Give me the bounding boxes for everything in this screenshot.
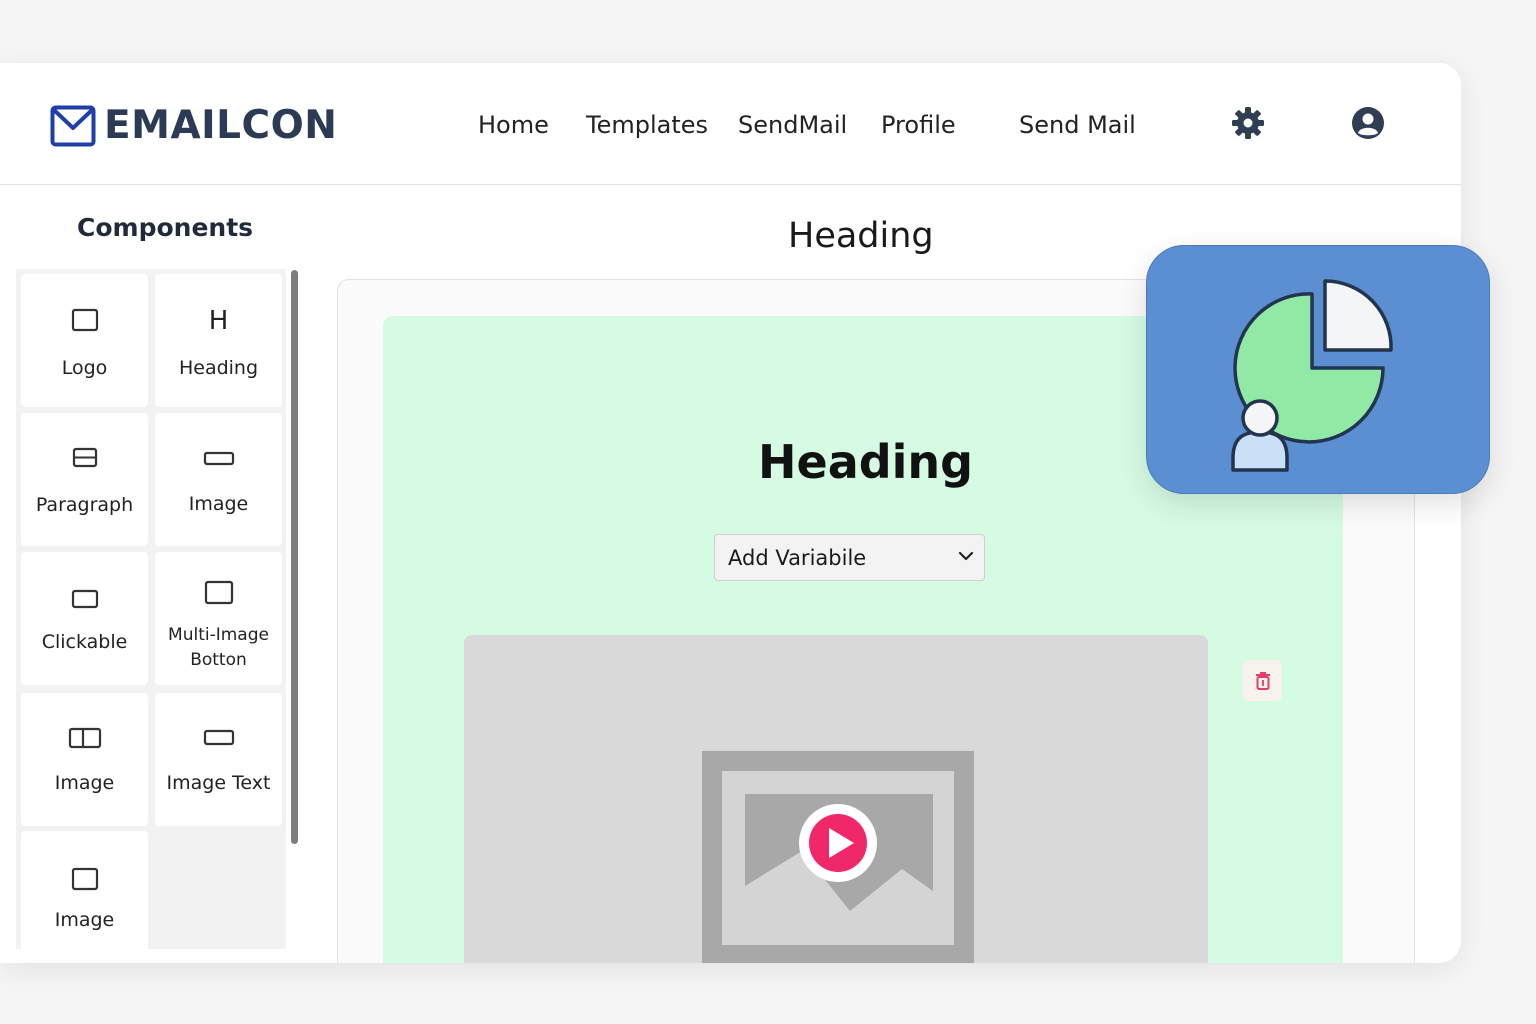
wide-rect-icon — [203, 729, 234, 746]
pie-chart-user-icon — [1231, 279, 1393, 472]
component-palette: Logo H Heading Paragraph Image Clickable… — [16, 269, 286, 956]
wide-rect-icon — [203, 451, 234, 466]
component-logo[interactable]: Logo — [21, 274, 148, 407]
square-icon — [71, 867, 98, 891]
component-label-line: Botton — [190, 650, 247, 670]
nav-send-mail[interactable]: Send Mail — [1019, 111, 1136, 139]
component-label: Image Text — [166, 772, 271, 794]
nav-sendmail[interactable]: SendMail — [738, 111, 847, 139]
component-label: Clickable — [41, 631, 128, 653]
brand[interactable]: EMAILCON — [50, 103, 337, 148]
trash-icon — [1255, 671, 1270, 690]
floating-analytics-card[interactable] — [1146, 245, 1490, 494]
nav-profile[interactable]: Profile — [881, 111, 956, 139]
sidebar-scrollbar[interactable] — [291, 270, 298, 844]
square-icon — [204, 580, 233, 605]
component-image-split[interactable]: Image — [21, 693, 148, 826]
top-navigation-bar: EMAILCON Home Templates SendMail Profile… — [0, 63, 1461, 185]
component-label: Multi-Image Botton — [155, 623, 282, 673]
button-rect-icon — [71, 589, 98, 609]
video-play-icon[interactable] — [702, 751, 974, 963]
brand-name: EMAILCON — [104, 103, 338, 148]
components-title: Components — [77, 213, 254, 242]
component-image-text[interactable]: Image Text — [155, 693, 282, 826]
add-variable-select[interactable]: Add Variabile — [714, 534, 985, 581]
user-circle-icon[interactable] — [1350, 105, 1386, 141]
component-label-line: Multi-Image — [168, 625, 269, 645]
component-clickable[interactable]: Clickable — [21, 552, 148, 685]
canvas-title: Heading — [788, 216, 934, 256]
component-label: Image — [188, 493, 249, 515]
component-label: Heading — [178, 357, 259, 379]
component-image-single[interactable]: Image — [21, 831, 148, 956]
component-label: Paragraph — [35, 494, 134, 516]
heading-glyph-icon: H — [208, 306, 229, 336]
component-paragraph[interactable]: Paragraph — [21, 413, 148, 546]
paragraph-block-icon — [72, 447, 97, 468]
component-label: Image — [54, 909, 115, 931]
select-value: Add Variabile — [728, 546, 867, 570]
component-heading[interactable]: H Heading — [155, 274, 282, 407]
component-label: Logo — [61, 357, 108, 379]
nav-home[interactable]: Home — [478, 111, 549, 139]
app-window: EMAILCON Home Templates SendMail Profile… — [0, 63, 1461, 963]
split-rect-icon — [68, 727, 101, 749]
delete-block-button[interactable] — [1243, 660, 1282, 701]
component-multi-image-button[interactable]: Multi-Image Botton — [155, 552, 282, 685]
envelope-icon — [50, 105, 96, 146]
square-icon — [71, 308, 98, 332]
gear-icon[interactable] — [1230, 105, 1266, 141]
component-label: Image — [54, 772, 115, 794]
email-heading[interactable]: Heading — [758, 435, 973, 489]
nav-templates[interactable]: Templates — [586, 111, 708, 139]
chevron-down-icon — [958, 551, 974, 561]
component-image[interactable]: Image — [155, 413, 282, 546]
